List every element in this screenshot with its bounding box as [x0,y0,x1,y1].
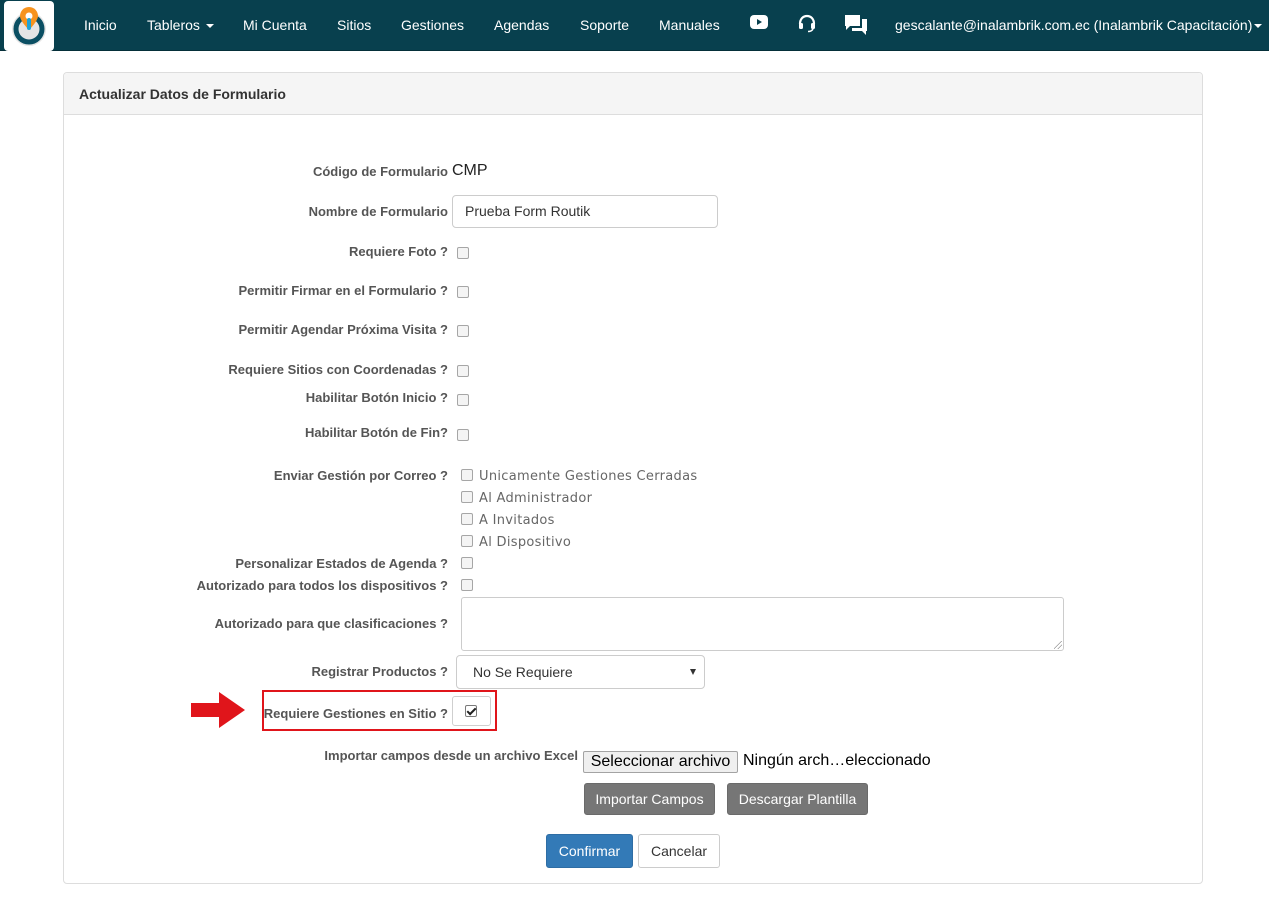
clasificaciones-textarea[interactable] [461,597,1064,651]
gestiones-sitio-checkbox-wrapper [452,696,491,726]
power-pin-logo-icon [12,7,46,46]
gestiones-sitio-label: Requiere Gestiones en Sitio ? [263,706,448,721]
correo-dispositivo-checkbox[interactable] [461,535,473,547]
select-file-button[interactable]: Seleccionar archivo [583,751,738,773]
importar-campos-button[interactable]: Importar Campos [584,783,715,815]
nav-sitios[interactable]: Sitios [337,0,371,51]
chat-icon[interactable] [844,14,868,41]
caret-down-icon [205,24,214,29]
foto-label: Requiere Foto ? [349,244,448,259]
descargar-plantilla-button[interactable]: Descargar Plantilla [727,783,868,815]
file-status-text: Ningún arch…eleccionado [743,752,931,769]
autorizado-todos-label: Autorizado para todos los dispositivos ? [196,578,448,593]
correo-cerradas-checkbox[interactable] [461,469,473,481]
red-arrow-icon [191,692,245,728]
correo-label: Enviar Gestión por Correo ? [273,468,448,483]
foto-checkbox[interactable] [457,247,469,259]
firmar-label: Permitir Firmar en el Formulario ? [238,283,449,298]
headset-icon[interactable] [797,13,817,38]
boton-inicio-label: Habilitar Botón Inicio ? [305,390,448,405]
correo-invitados-label: A Invitados [479,513,555,528]
nombre-label: Nombre de Formulario [308,204,448,219]
agendar-checkbox[interactable] [457,325,469,337]
nav-agendas[interactable]: Agendas [494,0,549,51]
nav-manuales[interactable]: Manuales [659,0,720,51]
caret-down-icon [1254,24,1263,29]
confirmar-button[interactable]: Confirmar [546,834,633,868]
estados-agenda-checkbox[interactable] [461,557,473,569]
autorizado-todos-checkbox[interactable] [461,579,473,591]
user-account-dropdown[interactable]: gescalante@inalambrik.com.ec (Inalambrik… [895,0,1263,51]
resize-grip-icon[interactable] [1054,641,1062,649]
coordenadas-label: Requiere Sitios con Coordenadas ? [228,362,448,377]
firmar-checkbox[interactable] [457,286,469,298]
gestiones-sitio-checkbox[interactable] [465,705,477,717]
boton-inicio-checkbox[interactable] [457,394,469,406]
importar-label: Importar campos desde un archivo Excel [324,748,578,763]
nav-mi-cuenta[interactable]: Mi Cuenta [243,0,307,51]
clasificaciones-label: Autorizado para que clasificaciones ? [214,616,448,631]
cancelar-button[interactable]: Cancelar [638,834,720,868]
coordenadas-checkbox[interactable] [457,365,469,377]
nav-soporte[interactable]: Soporte [580,0,629,51]
top-navbar: Inicio Tableros Mi Cuenta Sitios Gestion… [0,0,1269,51]
nav-inicio[interactable]: Inicio [84,0,117,51]
correo-dispositivo-label: Al Dispositivo [479,535,572,550]
correo-cerradas-label: Unicamente Gestiones Cerradas [479,469,698,484]
panel-title: Actualizar Datos de Formulario [64,73,1202,115]
estados-agenda-label: Personalizar Estados de Agenda ? [235,556,448,571]
productos-select[interactable]: No Se Requiere [456,655,705,689]
agendar-label: Permitir Agendar Próxima Visita ? [238,322,448,337]
correo-administrador-checkbox[interactable] [461,491,473,503]
codigo-label: Código de Formulario [312,164,448,179]
app-logo[interactable] [4,1,54,51]
productos-label: Registrar Productos ? [311,664,448,679]
nav-tableros-label: Tableros [147,17,200,33]
nav-tableros-dropdown[interactable]: Tableros [147,0,214,51]
productos-selected-value: No Se Requiere [473,664,573,680]
correo-invitados-checkbox[interactable] [461,513,473,525]
correo-administrador-label: Al Administrador [479,491,593,506]
boton-fin-label: Habilitar Botón de Fin? [305,425,448,440]
dropdown-arrow-icon [690,669,696,675]
youtube-icon[interactable] [750,15,768,34]
codigo-value: CMP [452,162,488,179]
nav-gestiones[interactable]: Gestiones [401,0,464,51]
boton-fin-checkbox[interactable] [457,429,469,441]
user-account-label: gescalante@inalambrik.com.ec (Inalambrik… [895,17,1253,33]
nombre-input[interactable]: Prueba Form Routik [452,195,718,228]
